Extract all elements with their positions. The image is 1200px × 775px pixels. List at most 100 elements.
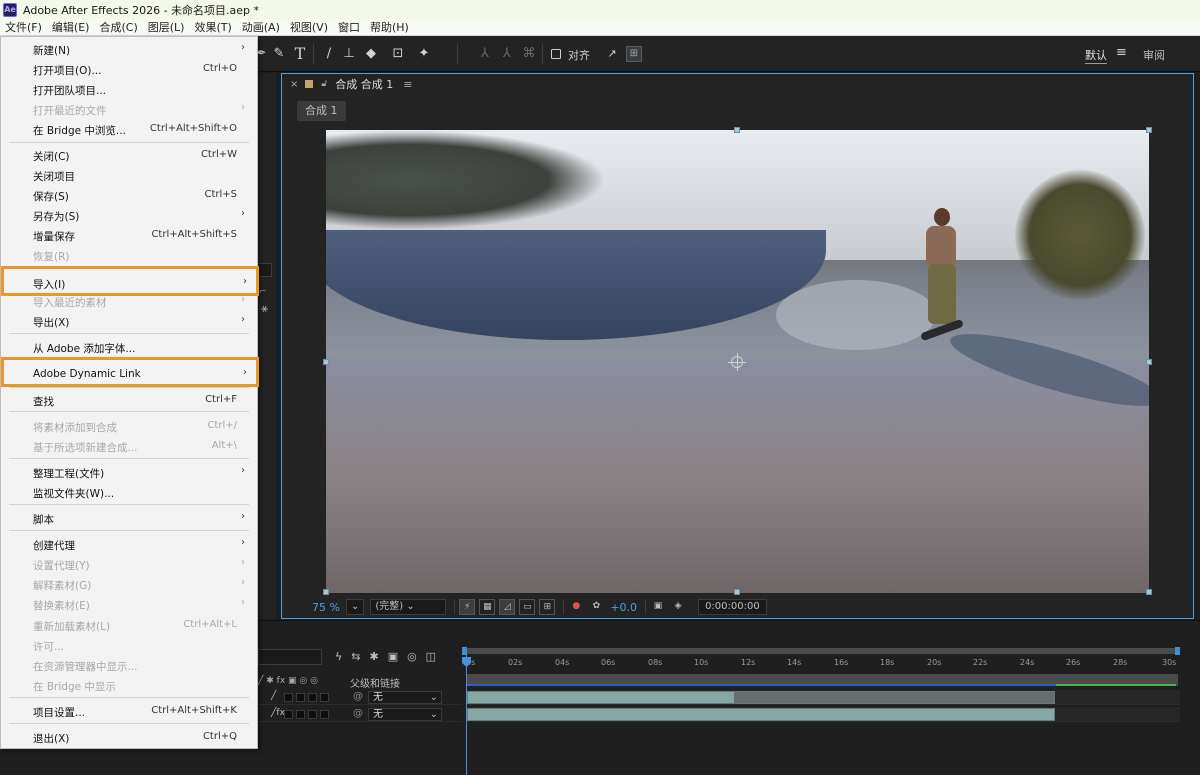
menu-item-watch-folder[interactable]: 监视文件夹(W)... bbox=[1, 482, 257, 502]
workspace-menu-icon[interactable]: ≡ bbox=[1116, 45, 1127, 60]
timeline-switch-icons[interactable]: ϟ⇆✱▣◎◫ bbox=[335, 650, 445, 663]
menu-edit[interactable]: 编辑(E) bbox=[47, 19, 95, 35]
flowchart-icon[interactable]: ⚹ bbox=[261, 301, 268, 316]
transform-handle[interactable] bbox=[1146, 589, 1152, 595]
transform-handle[interactable] bbox=[1146, 359, 1152, 365]
work-area-bar[interactable] bbox=[462, 647, 1180, 655]
switch-box[interactable] bbox=[284, 710, 293, 719]
menu-item-create-proxy[interactable]: 创建代理 › bbox=[1, 534, 257, 554]
transform-handle[interactable] bbox=[1146, 127, 1152, 133]
magnification-dropdown[interactable]: ⌄ bbox=[345, 599, 365, 615]
magnification-value[interactable]: 75 % bbox=[312, 601, 340, 614]
resolution-dropdown[interactable]: (完整) ⌄ bbox=[370, 599, 447, 615]
switch-box[interactable] bbox=[284, 693, 293, 702]
close-icon[interactable]: × bbox=[290, 79, 298, 90]
menu-item-find[interactable]: 查找 Ctrl+F bbox=[1, 390, 257, 410]
clone-stamp-tool-icon[interactable]: ⊥ bbox=[340, 45, 358, 63]
axis-view-icon[interactable]: ⌘ bbox=[520, 45, 538, 63]
submenu-arrow-icon: › bbox=[241, 537, 245, 548]
grid-guides-icon[interactable]: ⊞ bbox=[539, 599, 556, 615]
composition-tab-title[interactable]: 合成 合成 1 bbox=[335, 76, 393, 92]
menu-item-increment-save[interactable]: 增量保存 Ctrl+Alt+Shift+S bbox=[1, 225, 257, 245]
composition-viewer[interactable] bbox=[326, 130, 1149, 593]
menu-file[interactable]: 文件(F) bbox=[0, 19, 47, 35]
menu-item-save[interactable]: 保存(S) Ctrl+S bbox=[1, 185, 257, 205]
panel-menu-icon[interactable]: ≡ bbox=[403, 78, 412, 91]
switch-box[interactable] bbox=[320, 710, 329, 719]
parent-dropdown[interactable]: 无 ⌄ bbox=[368, 691, 442, 704]
menu-item-open-team-project[interactable]: 打开团队项目... bbox=[1, 79, 257, 99]
color-management-icon[interactable]: ✿ bbox=[588, 599, 604, 615]
menu-item-add-fonts-from-adobe[interactable]: 从 Adobe 添加字体... bbox=[1, 337, 257, 357]
snap-features-icon[interactable]: ⊞ bbox=[626, 46, 642, 62]
show-snapshot-icon[interactable]: ◈ bbox=[670, 599, 686, 615]
pick-whip-icon[interactable]: @ bbox=[353, 691, 363, 702]
switch-box[interactable] bbox=[296, 693, 305, 702]
menu-layer[interactable]: 图层(L) bbox=[143, 19, 190, 35]
snapshot-camera-icon[interactable]: ▣ bbox=[650, 599, 666, 615]
menu-item-dependencies[interactable]: 整理工程(文件) › bbox=[1, 462, 257, 482]
label-color-swatch[interactable] bbox=[305, 80, 314, 88]
layer-row[interactable]: ╱ @ 无 ⌄ bbox=[258, 690, 462, 705]
lock-icon[interactable]: 🔓︎ bbox=[321, 79, 327, 89]
transform-handle[interactable] bbox=[734, 127, 740, 133]
switch-box[interactable] bbox=[308, 693, 317, 702]
transform-handle[interactable] bbox=[734, 589, 740, 595]
menu-view[interactable]: 视图(V) bbox=[285, 19, 333, 35]
layer-search-field[interactable] bbox=[258, 649, 322, 665]
current-time-indicator[interactable] bbox=[466, 651, 467, 775]
layer-row[interactable]: ╱fx @ 无 ⌄ bbox=[258, 707, 462, 722]
color-channels-icon[interactable]: ● bbox=[568, 599, 584, 615]
menu-item-exit[interactable]: 退出(X) Ctrl+Q bbox=[1, 727, 257, 747]
submenu-arrow-icon: › bbox=[241, 577, 245, 588]
type-tool-icon[interactable]: T bbox=[291, 45, 309, 63]
menu-window[interactable]: 窗口 bbox=[333, 19, 365, 35]
menu-item-scripts[interactable]: 脚本 › bbox=[1, 508, 257, 528]
menu-item-project-settings[interactable]: 项目设置... Ctrl+Alt+Shift+K bbox=[1, 701, 257, 721]
switch-box[interactable] bbox=[296, 710, 305, 719]
pen-tool-variant-icon[interactable]: ✎ bbox=[270, 45, 288, 63]
workspace-review-tab[interactable]: 审阅 bbox=[1143, 47, 1165, 63]
layer-switch-icon[interactable]: ╱ bbox=[271, 691, 276, 701]
menu-item-label: 增量保存 bbox=[33, 231, 75, 243]
menu-item-close[interactable]: 关闭(C) Ctrl+W bbox=[1, 145, 257, 165]
transparency-grid-icon[interactable]: ▦ bbox=[479, 599, 496, 615]
menu-animation[interactable]: 动画(A) bbox=[237, 19, 285, 35]
anchor-point-icon[interactable] bbox=[728, 353, 746, 371]
menu-help[interactable]: 帮助(H) bbox=[365, 19, 414, 35]
menu-item-export[interactable]: 导出(X) › bbox=[1, 311, 257, 331]
layer-duration-bar[interactable] bbox=[467, 691, 1055, 704]
roto-brush-tool-icon[interactable]: ⊡ bbox=[389, 45, 407, 63]
menu-item-adobe-dynamic-link[interactable]: Adobe Dynamic Link › bbox=[1, 357, 259, 387]
menu-composition[interactable]: 合成(C) bbox=[94, 19, 142, 35]
fx-icon[interactable]: ╱fx bbox=[271, 708, 285, 718]
menu-item-new[interactable]: 新建(N) › bbox=[1, 39, 257, 59]
layer-duration-bar[interactable] bbox=[467, 708, 1055, 721]
snapping-checkbox[interactable] bbox=[551, 49, 561, 59]
menu-item-open-project[interactable]: 打开项目(O)... Ctrl+O bbox=[1, 59, 257, 79]
fast-previews-icon[interactable]: ⚡ bbox=[459, 599, 476, 615]
composition-breadcrumb[interactable]: 合成 1 bbox=[297, 101, 346, 121]
region-of-interest-icon[interactable]: ▭ bbox=[519, 599, 536, 615]
eraser-tool-icon[interactable]: ◆ bbox=[362, 45, 380, 63]
pick-whip-icon[interactable]: @ bbox=[353, 708, 363, 719]
current-time-display[interactable]: 0:00:00:00 bbox=[698, 599, 767, 615]
menu-item-close-project[interactable]: 关闭项目 bbox=[1, 165, 257, 185]
menu-item-save-as[interactable]: 另存为(S) › bbox=[1, 205, 257, 225]
puppet-pin-tool-icon[interactable]: ✦ bbox=[415, 45, 433, 63]
transform-handle[interactable] bbox=[323, 359, 329, 365]
axis-world-icon[interactable]: ⅄ bbox=[498, 45, 516, 63]
switch-box[interactable] bbox=[320, 693, 329, 702]
menu-item-browse-in-bridge[interactable]: 在 Bridge 中浏览... Ctrl+Alt+Shift+O bbox=[1, 119, 257, 139]
time-ruler[interactable]: 0s 02s 04s 06s 08s 10s 12s 14s 16s 18s 2… bbox=[466, 658, 1180, 674]
brush-tool-icon[interactable]: ∕ bbox=[320, 45, 338, 63]
menu-effect[interactable]: 效果(T) bbox=[189, 19, 236, 35]
snap-edges-icon[interactable]: ↗ bbox=[603, 45, 621, 63]
axis-local-icon[interactable]: ⅄ bbox=[476, 45, 494, 63]
switch-box[interactable] bbox=[308, 710, 317, 719]
transform-handle[interactable] bbox=[323, 589, 329, 595]
exposure-value[interactable]: +0.0 bbox=[610, 601, 637, 614]
mask-visibility-icon[interactable]: ◿ bbox=[499, 599, 516, 615]
parent-dropdown[interactable]: 无 ⌄ bbox=[368, 708, 442, 721]
workspace-default-tab[interactable]: 默认 bbox=[1085, 47, 1107, 64]
